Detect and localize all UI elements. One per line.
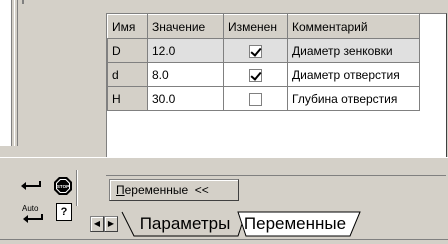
- table-header-row: Имя Значение Изменен Комментарий: [107, 14, 420, 39]
- cell-comment[interactable]: Диаметр отверстия: [287, 62, 420, 87]
- cell-changed[interactable]: [223, 38, 288, 63]
- svg-text:STOP: STOP: [57, 184, 69, 189]
- sheet-tabbar: ◀ ▶ Параметры Переменные: [78, 208, 448, 238]
- auto-enter-arrow-icon: [23, 214, 43, 223]
- cell-value[interactable]: 8.0: [147, 62, 224, 87]
- variables-collapse-button[interactable]: Переменные <<: [109, 179, 239, 201]
- cell-value[interactable]: 12.0: [147, 38, 224, 63]
- column-header-changed[interactable]: Изменен: [223, 14, 288, 39]
- column-header-comment[interactable]: Комментарий: [287, 14, 420, 39]
- tab-parameters[interactable]: Параметры: [132, 212, 238, 238]
- cell-name: d: [107, 62, 148, 87]
- auto-enter-icon[interactable]: Auto: [22, 205, 44, 227]
- bottom-edge: [0, 239, 448, 240]
- changed-checkbox[interactable]: [249, 92, 262, 106]
- tab-scroll-left-button[interactable]: ◀: [90, 216, 104, 232]
- stop-icon[interactable]: STOP: [54, 177, 72, 195]
- auto-label: Auto: [22, 204, 39, 213]
- help-icon[interactable]: ?: [56, 203, 72, 221]
- tab-scroll-right-button[interactable]: ▶: [104, 216, 118, 232]
- table-row[interactable]: H 30.0 Глубина отверстия: [107, 86, 420, 111]
- cell-comment[interactable]: Диаметр зенковки: [287, 38, 420, 63]
- cell-name: D: [107, 38, 148, 63]
- table-row[interactable]: D 12.0 Диаметр зенковки: [107, 38, 420, 63]
- table-row[interactable]: d 8.0 Диаметр отверстия: [107, 62, 420, 87]
- tab-variables[interactable]: Переменные: [236, 212, 354, 238]
- toolbar-grip[interactable]: [14, 0, 18, 146]
- cell-changed[interactable]: [223, 86, 288, 111]
- left-panel-edge: [0, 0, 12, 146]
- variables-button-label: еременные <<: [124, 183, 209, 197]
- cell-comment[interactable]: Глубина отверстия: [287, 86, 420, 111]
- toolbar-separator: [22, 0, 24, 4]
- toolbar-divider: [76, 170, 78, 206]
- variables-button-accel: П: [116, 183, 125, 197]
- column-header-value[interactable]: Значение: [147, 14, 224, 39]
- variables-table: Имя Значение Изменен Комментарий D 12.0 …: [107, 14, 420, 111]
- changed-checkbox[interactable]: [249, 68, 262, 82]
- enter-arrow-icon[interactable]: [20, 180, 42, 192]
- column-header-name[interactable]: Имя: [107, 14, 148, 39]
- vertical-toolbar: [14, 0, 104, 146]
- variables-table-panel: Имя Значение Изменен Комментарий D 12.0 …: [106, 13, 447, 173]
- changed-checkbox[interactable]: [249, 44, 262, 58]
- cell-name: H: [107, 86, 148, 111]
- cell-changed[interactable]: [223, 62, 288, 87]
- cell-value[interactable]: 30.0: [147, 86, 224, 111]
